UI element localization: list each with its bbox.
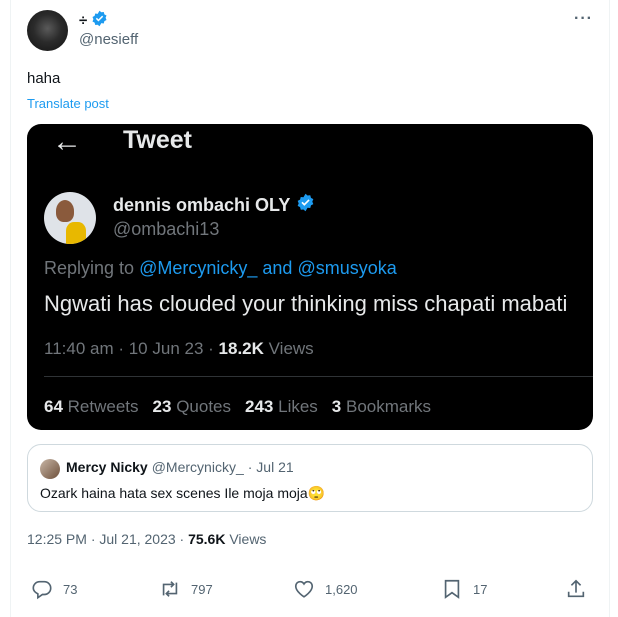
screenshot-divider <box>44 376 593 377</box>
screenshot-views-count: 18.2K <box>218 339 264 358</box>
repost-icon <box>162 581 178 597</box>
screenshot-author-avatar <box>44 192 96 244</box>
screenshot-meta: 11:40 am · 10 Jun 23 · 18.2K Views <box>44 339 314 359</box>
stat-bookmarks: 3 Bookmarks <box>331 397 432 416</box>
post-meta: 12:25 PM · Jul 21, 2023 · 75.6K Views <box>27 531 266 547</box>
screenshot-header: Tweet <box>123 126 192 154</box>
bookmark-icon <box>444 579 460 599</box>
repost-count: 797 <box>191 581 213 597</box>
author-handle[interactable]: @nesieff <box>79 31 138 48</box>
reply-count: 73 <box>63 581 78 597</box>
post-views-label: Views <box>229 531 267 547</box>
screenshot-author-name-row: dennis ombachi OLY <box>113 193 315 217</box>
attached-screenshot[interactable]: ← Tweet dennis ombachi OLY @ombachi13 Re… <box>27 124 593 430</box>
stat-retweets: 64 Retweets <box>44 397 139 416</box>
quoted-tweet[interactable]: Mercy Nicky @Mercynicky_ · Jul 21 Ozark … <box>27 444 593 512</box>
reply-and: and <box>262 258 293 278</box>
screenshot-time: 11:40 am · 10 Jun 23 · <box>44 339 214 358</box>
action-bar: 73 797 1,620 17 <box>27 578 593 602</box>
author-avatar[interactable] <box>27 10 68 51</box>
author-name-row[interactable]: ÷ <box>79 10 108 31</box>
screenshot-stats: 64 Retweets 23 Quotes 243 Likes 3 Bookma… <box>44 397 431 417</box>
quote-text: Ozark haina hata sex scenes Ile moja moj… <box>40 485 326 501</box>
author-name[interactable]: ÷ <box>79 12 87 29</box>
screenshot-replying-to: Replying to @Mercynicky_ and @smusyoka <box>44 258 397 279</box>
translate-post-link[interactable]: Translate post <box>27 96 109 111</box>
reply-prefix: Replying to <box>44 258 135 278</box>
stat-quotes: 23 Quotes <box>152 397 231 416</box>
quote-header: Mercy Nicky @Mercynicky_ · Jul 21 <box>66 459 294 475</box>
screenshot-views-label: Views <box>268 339 314 358</box>
quote-author-handle: @Mercynicky_ <box>151 459 244 475</box>
bookmark-count: 17 <box>473 581 488 597</box>
quote-avatar <box>40 459 60 479</box>
reply-user-2: @smusyoka <box>297 258 397 278</box>
like-button[interactable]: 1,620 <box>293 578 358 600</box>
reply-icon <box>32 580 52 600</box>
post-time[interactable]: 12:25 PM · Jul 21, 2023 · <box>27 531 184 547</box>
back-arrow-icon: ← <box>52 125 82 158</box>
screenshot-verified-icon <box>296 193 315 217</box>
quote-date: · Jul 21 <box>247 459 294 475</box>
reply-button[interactable]: 73 <box>31 578 77 600</box>
verified-badge-icon <box>91 10 108 31</box>
reply-user-1: @Mercynicky_ <box>139 258 258 278</box>
stat-likes: 243 Likes <box>245 397 318 416</box>
bookmark-button[interactable]: 17 <box>441 578 487 600</box>
repost-button[interactable]: 797 <box>159 578 213 600</box>
quote-author-name: Mercy Nicky <box>66 459 148 475</box>
screenshot-author-handle: @ombachi13 <box>113 219 220 239</box>
screenshot-author-name: dennis ombachi OLY <box>113 194 291 215</box>
post-text: haha <box>27 70 61 87</box>
share-icon <box>567 579 585 598</box>
more-options-icon[interactable]: ··· <box>574 10 593 28</box>
post-views-count: 75.6K <box>188 531 226 547</box>
like-count: 1,620 <box>325 581 358 597</box>
screenshot-body: Ngwati has clouded your thinking miss ch… <box>44 291 568 316</box>
share-button[interactable] <box>565 578 587 600</box>
heart-icon <box>294 580 314 598</box>
